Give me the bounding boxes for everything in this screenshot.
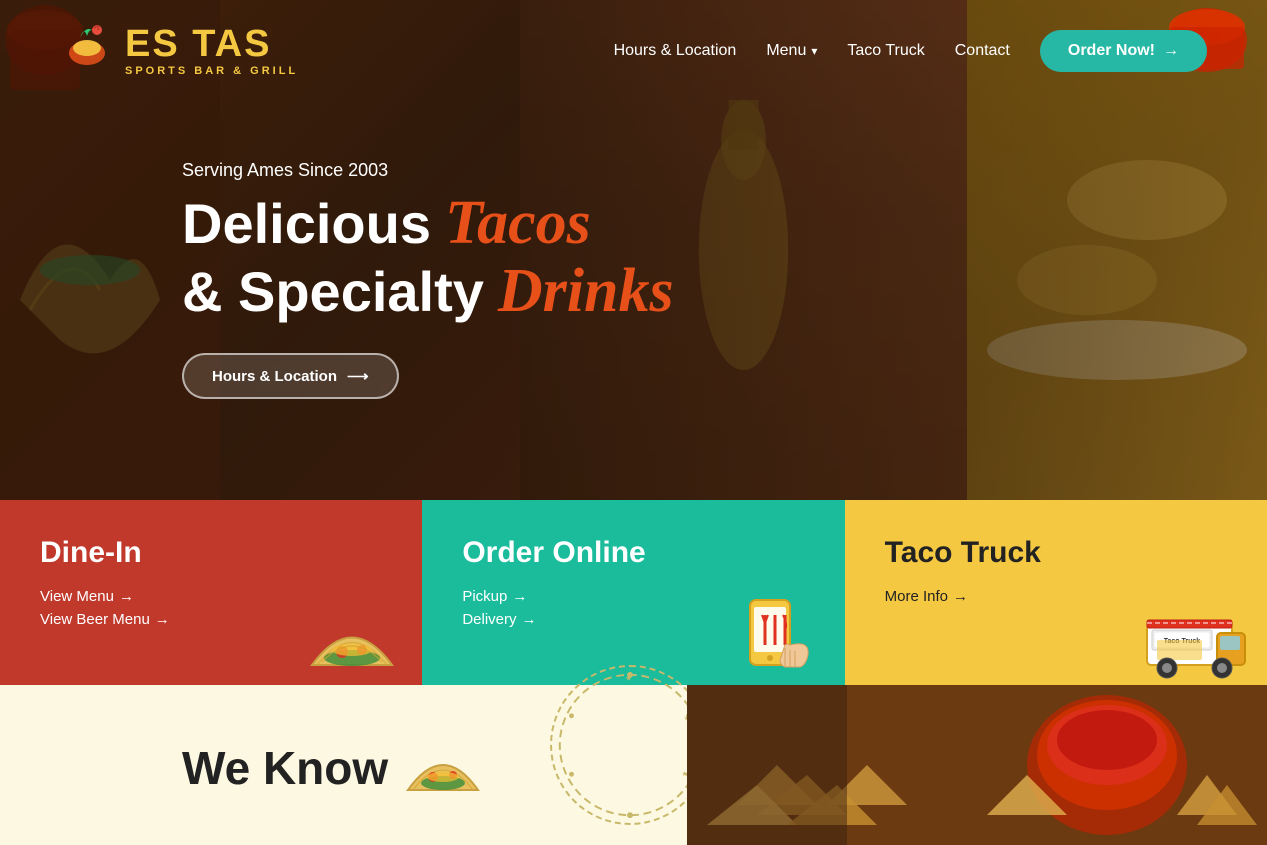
brand-name: ES TAS — [125, 25, 298, 63]
dine-in-title: Dine-In — [40, 536, 382, 570]
logo-area: ES TAS SPORTS BAR & GRILL — [60, 18, 298, 83]
arrow-icon: → — [155, 611, 170, 628]
arrow-icon: → — [1163, 42, 1179, 60]
taco-truck-title: Taco Truck — [885, 536, 1227, 570]
chevron-down-icon: ▾ — [811, 44, 817, 58]
logo-text-block: ES TAS SPORTS BAR & GRILL — [125, 25, 298, 77]
hero-title-specialty: & Specialty — [182, 261, 484, 323]
cards-row: Dine-In View Menu → View Beer Menu → — [0, 500, 1267, 685]
truck-illustration: Taco Truck — [1142, 605, 1252, 680]
nav-links: Hours & Location Menu ▾ Taco Truck Conta… — [614, 30, 1207, 72]
hero-serving-text: Serving Ames Since 2003 — [182, 160, 674, 181]
food-photo-right — [687, 685, 1267, 845]
more-info-link[interactable]: More Info → — [885, 588, 1227, 605]
nav-menu[interactable]: Menu ▾ — [766, 42, 817, 60]
we-know-section: We Know — [182, 735, 540, 800]
order-online-card: Order Online Pickup → Delivery → — [422, 500, 844, 685]
arrow-icon: → — [119, 588, 134, 605]
arrow-icon: → — [512, 588, 527, 605]
hero-title: Delicious Tacos & Specialty Drinks — [182, 189, 674, 325]
navbar: ES TAS SPORTS BAR & GRILL Hours & Locati… — [0, 0, 1267, 101]
nav-taco-truck[interactable]: Taco Truck — [847, 42, 924, 60]
brand-tagline: SPORTS BAR & GRILL — [125, 65, 298, 77]
hero-title-drinks: Drinks — [498, 257, 674, 325]
nav-hours-location[interactable]: Hours & Location — [614, 42, 737, 60]
bottom-right: ★ ★ ★ — [620, 685, 1267, 845]
hero-title-tacos: Tacos — [445, 189, 591, 257]
taco-truck-card: Taco Truck More Info → Taco Truck — [845, 500, 1267, 685]
phone-illustration — [730, 595, 820, 680]
arrow-icon: ⟶ — [347, 367, 369, 385]
arrow-icon: → — [522, 611, 537, 628]
logo-icon — [60, 18, 115, 83]
dine-in-card: Dine-In View Menu → View Beer Menu → — [0, 500, 422, 685]
order-now-button[interactable]: Order Now! → — [1040, 30, 1207, 72]
nav-contact[interactable]: Contact — [955, 42, 1010, 60]
hero-cta-button[interactable]: Hours & Location ⟶ — [182, 353, 399, 399]
bottom-left: We Know — [0, 685, 620, 845]
hero-content: Serving Ames Since 2003 Delicious Tacos … — [182, 160, 674, 399]
svg-text:★: ★ — [625, 674, 632, 683]
bottom-section: We Know — [0, 685, 1267, 845]
taco-illustration — [302, 600, 402, 680]
arrow-icon: → — [953, 588, 968, 605]
hero-title-delicious: Delicious — [182, 193, 431, 255]
circle-decoration: ★ ★ ★ — [550, 665, 710, 825]
order-online-title: Order Online — [462, 536, 804, 570]
